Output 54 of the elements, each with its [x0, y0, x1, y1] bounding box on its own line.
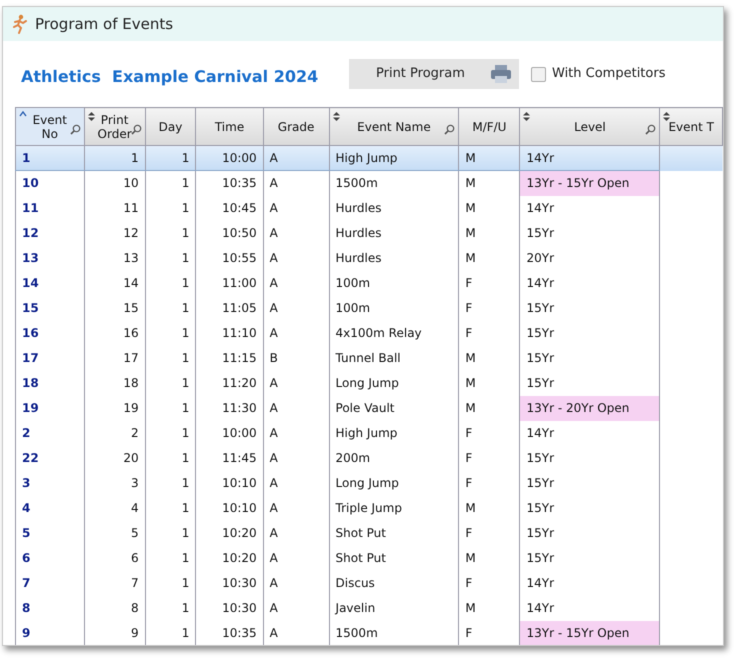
table-row[interactable]: 17 17 1 11:15 B Tunnel Ball M 15Yr [16, 346, 722, 370]
with-competitors-label: With Competitors [552, 65, 666, 84]
table-row[interactable]: 19 19 1 11:30 A Pole Vault M 13Yr - 20Yr Open [16, 396, 722, 420]
table-cell: 9 [16, 620, 84, 645]
column-header[interactable]: Day [145, 108, 196, 146]
table-row[interactable]: 4 4 1 10:10 A Triple Jump M 15Yr [16, 496, 722, 520]
column-header[interactable]: Grade [263, 108, 330, 146]
table-row[interactable]: 12 12 1 10:50 A Hurdles M 15Yr [16, 220, 722, 246]
printer-icon [490, 64, 512, 84]
table-row[interactable]: 9 9 1 10:35 A 1500m F 13Yr - 15Yr Open [16, 620, 722, 645]
page-heading: Athletics Example Carnival 2024 [21, 66, 320, 88]
search-icon[interactable] [645, 124, 656, 135]
table-row[interactable]: 10 10 1 10:35 A 1500m M 13Yr - 15Yr Open [16, 170, 722, 196]
table-row[interactable]: 15 15 1 11:05 A 100m F 15Yr [16, 296, 722, 320]
table-row[interactable]: 3 3 1 10:10 A Long Jump F 15Yr [16, 470, 722, 496]
table-row[interactable]: 8 8 1 10:30 A Javelin M 14Yr [16, 596, 722, 620]
column-header[interactable]: Level [520, 108, 660, 146]
sort-ascending-icon[interactable] [19, 111, 27, 117]
window-title: Program of Events [35, 14, 174, 35]
column-header[interactable]: M/F/U [458, 108, 520, 146]
print-program-button[interactable]: Print Program [349, 59, 519, 89]
table-row[interactable]: 22 20 1 11:45 A 200m F 15Yr [16, 446, 722, 470]
table-cell: 13Yr - 15Yr Open [520, 620, 660, 645]
table-cell: 9 [84, 620, 146, 645]
table-cell: 10:35 [196, 620, 264, 645]
table-row[interactable]: 1 1 1 10:00 A High Jump M 14Yr [16, 146, 722, 170]
sort-icon[interactable] [523, 112, 530, 121]
table-row[interactable]: 6 6 1 10:20 A Shot Put M 15Yr [16, 546, 722, 570]
table-cell: 1 [145, 620, 196, 645]
with-competitors-checkbox[interactable] [531, 66, 546, 82]
table-row[interactable]: 5 5 1 10:20 A Shot Put F 15Yr [16, 520, 722, 546]
table-row[interactable]: 2 2 1 10:00 A High Jump F 14Yr [16, 420, 722, 446]
table-row[interactable]: 18 18 1 11:20 A Long Jump M 15Yr [16, 370, 722, 396]
table-cell: A [263, 620, 330, 645]
column-header[interactable]: Print Order [84, 108, 146, 146]
table-cell: 1500m [329, 620, 459, 645]
runner-icon [11, 14, 29, 34]
sort-icon[interactable] [332, 112, 340, 121]
table-cell: 13Yr - 20Yr Open [520, 396, 660, 420]
table-row[interactable]: 16 16 1 11:10 A 4x100m Relay F 15Yr [16, 320, 722, 346]
table-cell: 13Yr - 15Yr Open [520, 170, 660, 196]
sort-icon[interactable] [663, 112, 670, 121]
search-icon[interactable] [130, 124, 142, 135]
search-icon[interactable] [70, 124, 81, 135]
table-row[interactable]: 14 14 1 11:00 A 100m F 14Yr [16, 270, 722, 296]
column-header[interactable]: Event T [660, 108, 722, 146]
table-row[interactable]: 13 13 1 10:55 A Hurdles M 20Yr [16, 246, 722, 270]
table-row[interactable]: 7 7 1 10:30 A Discus F 14Yr [16, 570, 722, 596]
column-header[interactable]: Event Name [329, 108, 459, 146]
column-header[interactable]: Event No [16, 108, 84, 146]
sort-icon[interactable] [88, 112, 95, 121]
search-icon[interactable] [444, 124, 456, 135]
column-header[interactable]: Time [196, 108, 264, 146]
table-row[interactable]: 11 11 1 10:45 A Hurdles M 14Yr [16, 196, 722, 220]
